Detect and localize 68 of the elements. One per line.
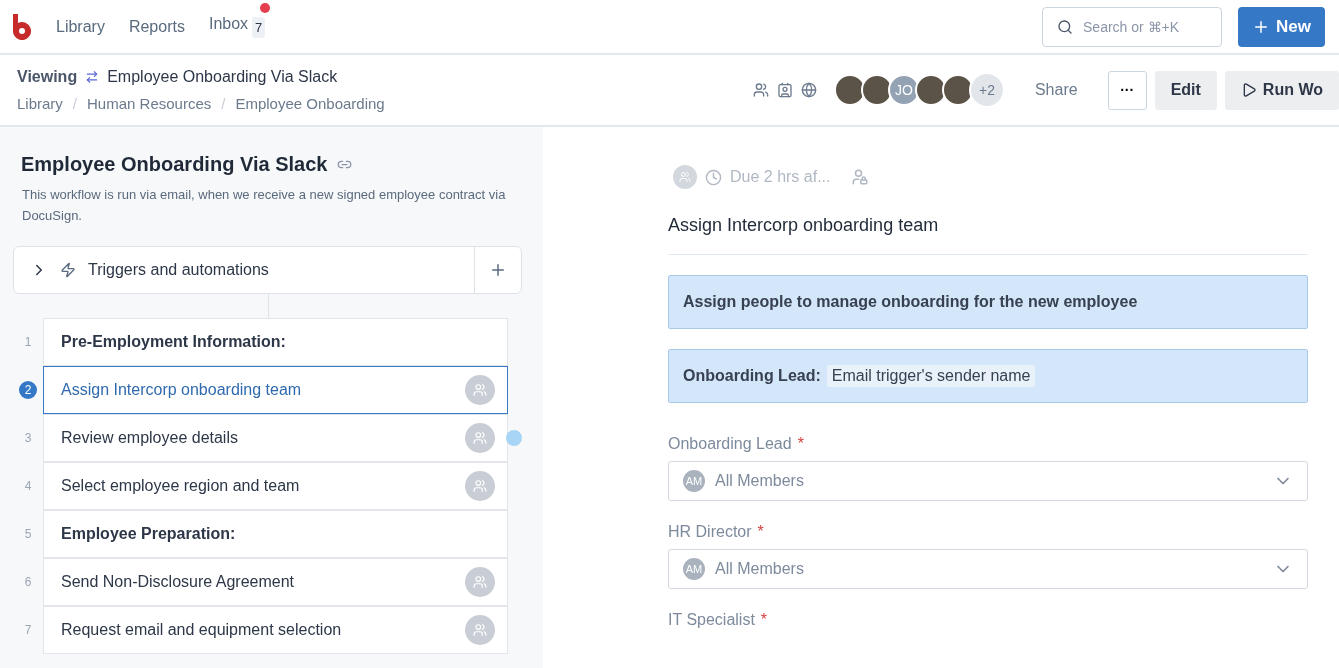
more-button[interactable]: ··· [1107,70,1147,110]
group-icon[interactable] [752,82,769,98]
assignee-icon [465,614,495,645]
step-number: 2 [19,381,37,399]
member-select[interactable]: AM All Members [668,549,1308,589]
plus-icon [489,261,507,279]
step-number: 1 [23,335,33,349]
required-mark: * [797,435,804,453]
field-label: Onboarding Lead [668,435,792,453]
run-button[interactable]: Run Wo [1224,70,1339,110]
count-badge: 7 [252,17,266,38]
step-number: 5 [23,527,33,541]
step-number: 3 [23,431,33,445]
triggers-toggle[interactable]: Triggers and automations [14,247,474,293]
new-button[interactable]: New [1238,6,1325,47]
id-card-icon[interactable] [776,82,793,98]
assignment-label: Onboarding Lead: [683,367,821,385]
nav-link[interactable]: Library [56,17,105,36]
assignee-icon [465,422,495,453]
task-item[interactable]: Assign Intercorp onboarding team [43,365,508,414]
field-label: IT Specialist [668,611,755,629]
search-icon [1057,18,1074,35]
task-item[interactable]: Request email and equipment selection [43,605,508,654]
member-select[interactable]: AM All Members [668,461,1308,501]
task-item[interactable]: Select employee region and team [43,461,508,510]
task-item[interactable]: Send Non-Disclosure Agreement [43,557,508,606]
workflow-icon [85,70,100,84]
share-button[interactable]: Share [1028,80,1084,100]
breadcrumb-separator: / [72,95,78,112]
step-number: 7 [23,623,33,637]
edit-button[interactable]: Edit [1154,70,1217,110]
breadcrumb-link[interactable]: Human Resources [87,95,212,112]
globe-icon[interactable] [800,82,817,98]
workflow-title: Employee Onboarding Via Slack [107,68,338,86]
workflow-description: This workflow is run via email, when we receive a new signed employee contract via DocuSign. [22,186,507,225]
assignee-icon [465,566,495,597]
variable-chip: Email trigger's sender name [826,365,1036,387]
breadcrumb-separator: / [221,95,226,112]
lightning-icon [60,262,76,278]
required-mark: * [757,523,764,541]
more-members-count: +2 [968,72,1005,108]
instruction-panel: Assign people to manage onboarding for the new employee [668,275,1308,329]
initials-avatar: AM [683,470,705,492]
step-number: 6 [23,575,33,589]
section-heading[interactable]: Pre-Employment Information: [43,317,508,366]
assignee-icon [465,374,495,405]
section-heading[interactable]: Employee Preparation: [43,509,508,558]
clock-icon [705,168,722,186]
breadcrumb-link[interactable]: Employee Onboarding [235,95,385,112]
logo-icon [10,13,32,40]
assignee-icon [465,470,495,501]
search-placeholder: Search or ⌘+K [1083,18,1180,35]
breadcrumb-link[interactable]: Library [17,95,63,112]
workflow-heading: Employee Onboarding Via Slack [21,153,328,176]
assignees-icon[interactable] [673,165,697,189]
avatar-initials: JO [887,74,920,106]
mode-label: Viewing [17,68,78,86]
task-title: Assign Intercorp onboarding team [668,215,1308,255]
field-label: HR Director [668,523,752,541]
initials-avatar: AM [683,558,705,580]
user-lock-icon[interactable] [850,168,869,186]
nav-link[interactable]: Inbox 7 [208,15,266,38]
search-field[interactable]: Search or ⌘+K [1042,6,1223,47]
task-item[interactable]: Review employee details [43,413,508,462]
nav-link[interactable]: Reports [128,17,185,36]
required-mark: * [760,611,768,629]
step-number: 4 [23,479,33,493]
drag-handle[interactable] [506,430,522,446]
